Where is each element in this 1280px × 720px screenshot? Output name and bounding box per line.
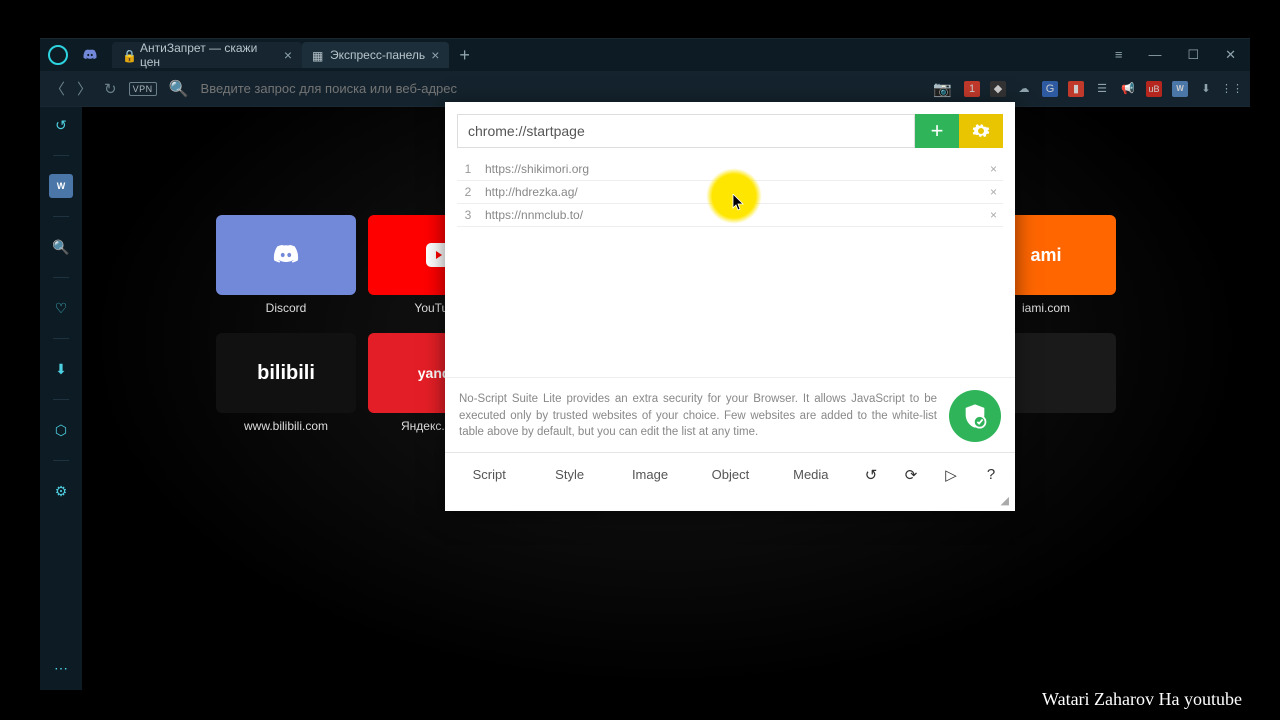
ext-icon[interactable]: W (1172, 81, 1188, 97)
camera-icon[interactable]: 📷 (933, 80, 952, 98)
undo-icon[interactable]: ↺ (851, 466, 891, 484)
divider (53, 277, 69, 278)
grid-icon: ▦ (312, 49, 324, 61)
whitelist-row: 1https://shikimori.org× (457, 158, 1003, 181)
divider (53, 338, 69, 339)
tab-express-panel[interactable]: ▦ Экспресс-панель × (302, 42, 449, 68)
settings-icon[interactable]: ⋮⋮ (1224, 81, 1240, 97)
tab-label: Экспресс-панель (330, 48, 425, 62)
menu-button[interactable]: ≡ (1115, 47, 1123, 63)
ext-icon[interactable]: 1 (964, 81, 980, 97)
divider (53, 460, 69, 461)
ext-icon[interactable]: 📢 (1120, 81, 1136, 97)
watermark: Watari Zaharov Ha youtube (1012, 679, 1280, 720)
more-icon[interactable]: ⋯ (49, 656, 73, 680)
heart-icon[interactable]: ♡ (49, 296, 73, 320)
popup-top: + (445, 102, 1015, 158)
resize-icon[interactable]: ◢ (445, 494, 1015, 511)
search-icon: 🔍 (169, 79, 189, 99)
lock-icon: 🔒 (122, 49, 134, 61)
tile-caption: Discord (216, 301, 356, 315)
settings-button[interactable] (959, 114, 1003, 148)
popup-tabs: ScriptStyleImageObjectMedia↺⟳▷? (445, 452, 1015, 494)
tab-antizapret[interactable]: 🔒 АнтиЗапрет — скажи цен × (112, 42, 302, 68)
speed-dial-tile[interactable]: Discord (216, 215, 356, 315)
opera-logo-icon (48, 45, 68, 65)
download-icon[interactable]: ⬇ (49, 357, 73, 381)
extension-icons: 1 ◆ ☁ G ▮ ☰ 📢 uB W ⬇ ⋮⋮ (964, 81, 1240, 97)
popup-description: No-Script Suite Lite provides an extra s… (445, 377, 1015, 452)
tile-caption: www.bilibili.com (216, 419, 356, 433)
popup-tab-object[interactable]: Object (690, 459, 770, 490)
vpn-badge[interactable]: VPN (129, 82, 157, 96)
popup-tab-script[interactable]: Script (449, 459, 529, 490)
play-icon[interactable]: ▷ (931, 466, 971, 484)
whitelist-row: 2http://hdrezka.ag/× (457, 181, 1003, 204)
vk-icon[interactable]: W (49, 174, 73, 198)
shield-icon (949, 390, 1001, 442)
history-icon[interactable]: ↺ (49, 113, 73, 137)
tile-box[interactable]: bilibili (216, 333, 356, 413)
extension-popup: + 1https://shikimori.org×2http://hdrezka… (445, 102, 1015, 511)
row-url: http://hdrezka.ag/ (477, 185, 986, 199)
titlebar: 🔒 АнтиЗапрет — скажи цен × ▦ Экспресс-па… (40, 39, 1250, 71)
forward-button[interactable]: 〉 (77, 78, 92, 99)
window-controls: ≡ — ☐ ✕ (1115, 47, 1242, 63)
new-tab-button[interactable]: + (449, 45, 480, 66)
discord-icon[interactable] (82, 48, 98, 62)
whitelist-row: 3https://nnmclub.to/× (457, 204, 1003, 227)
popup-tab-image[interactable]: Image (610, 459, 690, 490)
remove-icon[interactable]: × (986, 185, 1001, 199)
ext-icon[interactable]: ◆ (990, 81, 1006, 97)
close-button[interactable]: ✕ (1225, 47, 1236, 63)
row-index: 2 (459, 185, 477, 199)
sidebar-rail: ↺ W 🔍 ♡ ⬇ ⬡ ⚙ ⋯ (40, 107, 82, 690)
popup-tab-media[interactable]: Media (771, 459, 851, 490)
search-icon[interactable]: 🔍 (49, 235, 73, 259)
ext-icon[interactable]: ☁ (1016, 81, 1032, 97)
row-url: https://nnmclub.to/ (477, 208, 986, 222)
add-button[interactable]: + (915, 114, 959, 148)
help-icon[interactable]: ? (971, 466, 1011, 483)
back-button[interactable]: 〈 (50, 78, 65, 99)
cube-icon[interactable]: ⬡ (49, 418, 73, 442)
close-icon[interactable]: × (431, 47, 439, 63)
row-url: https://shikimori.org (477, 162, 986, 176)
whitelist: 1https://shikimori.org×2http://hdrezka.a… (445, 158, 1015, 227)
description-text: No-Script Suite Lite provides an extra s… (459, 391, 937, 441)
tile-box[interactable] (216, 215, 356, 295)
remove-icon[interactable]: × (986, 162, 1001, 176)
speed-dial-tile[interactable]: bilibili www.bilibili.com (216, 333, 356, 433)
maximize-button[interactable]: ☐ (1187, 47, 1199, 63)
gear-icon[interactable]: ⚙ (49, 479, 73, 503)
url-input[interactable] (201, 81, 922, 96)
divider (53, 155, 69, 156)
reload-button[interactable]: ↻ (104, 80, 117, 98)
ext-icon[interactable]: ☰ (1094, 81, 1110, 97)
row-index: 1 (459, 162, 477, 176)
whitelist-url-input[interactable] (457, 114, 915, 148)
ext-icon[interactable]: G (1042, 81, 1058, 97)
divider (53, 399, 69, 400)
divider (53, 216, 69, 217)
ext-icon[interactable]: uB (1146, 81, 1162, 97)
tab-label: АнтиЗапрет — скажи цен (140, 41, 278, 69)
close-icon[interactable]: × (284, 47, 292, 63)
minimize-button[interactable]: — (1148, 47, 1161, 63)
remove-icon[interactable]: × (986, 208, 1001, 222)
popup-tab-style[interactable]: Style (529, 459, 609, 490)
row-index: 3 (459, 208, 477, 222)
redo-icon[interactable]: ⟳ (891, 466, 931, 484)
download-icon[interactable]: ⬇ (1198, 81, 1214, 97)
ext-icon[interactable]: ▮ (1068, 81, 1084, 97)
